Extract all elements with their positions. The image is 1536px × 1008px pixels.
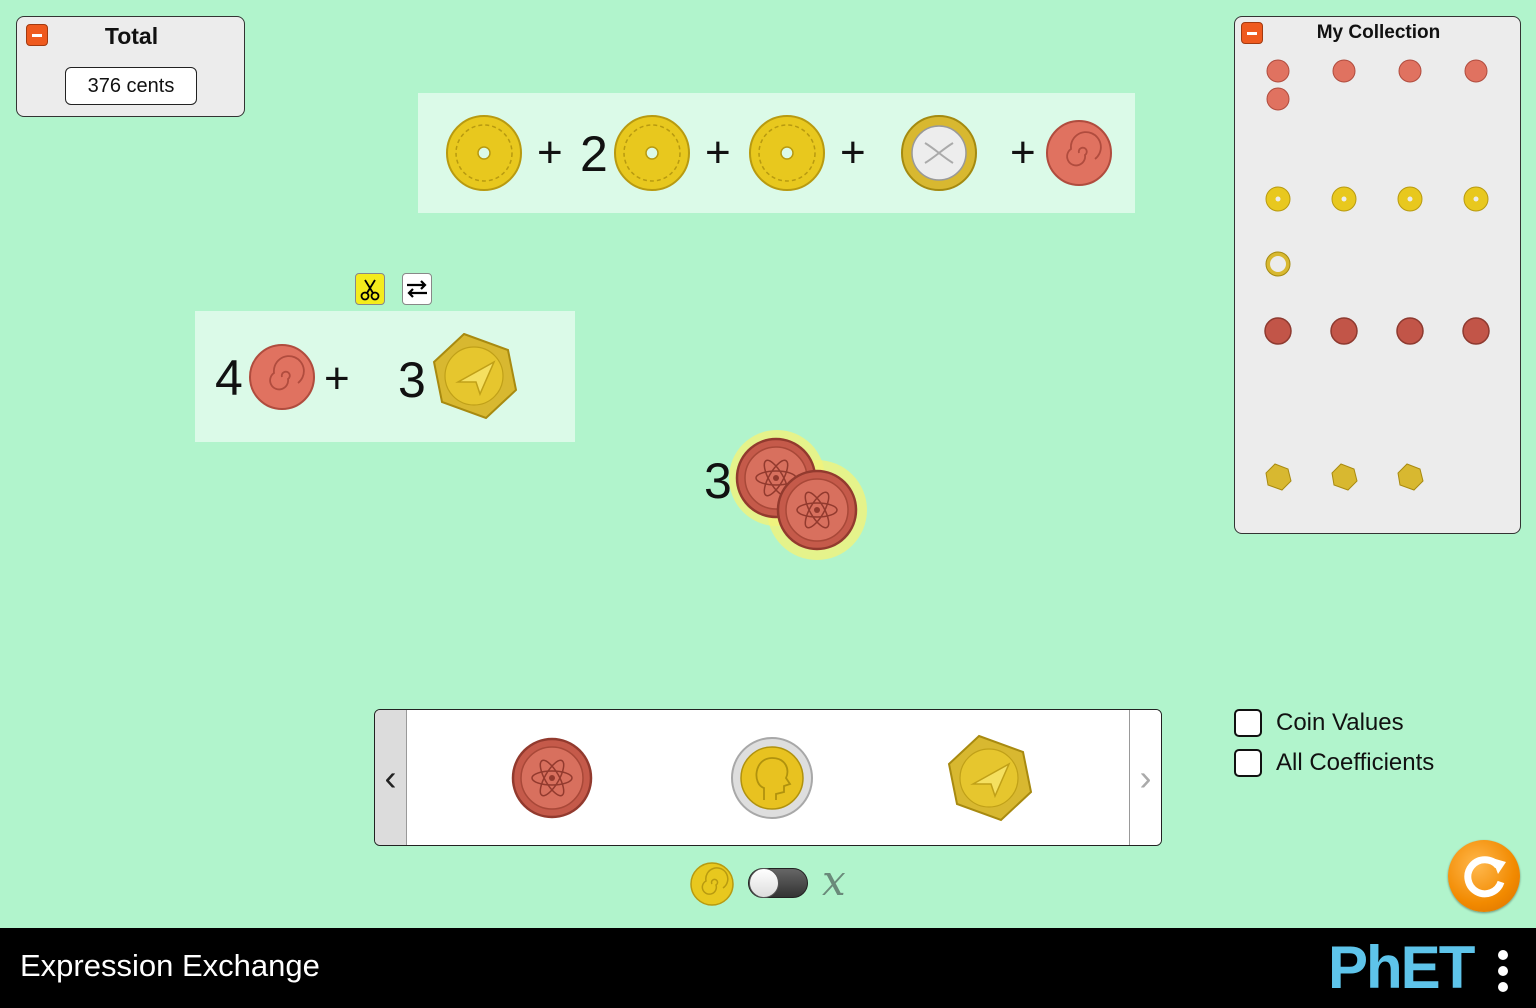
all-coefficients-option[interactable]: All Coefficients [1234, 749, 1434, 777]
coin-values-label: Coin Values [1276, 709, 1404, 736]
break-apart-button[interactable] [355, 273, 385, 305]
variable-mode-label: x [822, 856, 846, 905]
collection-red-spiral-coins [1266, 59, 1488, 111]
plus-sign: + [840, 128, 866, 177]
silver-dna-coin-icon[interactable] [900, 114, 978, 192]
collection-panel: My Collection [1234, 16, 1521, 534]
red-spiral-coin-icon[interactable] [248, 343, 316, 411]
app-title: Expression Exchange [20, 948, 320, 983]
collection-yellow-ring-coins [1265, 186, 1489, 212]
chevron-right-icon: › [1139, 756, 1152, 798]
coefficient: 4 [215, 350, 243, 406]
plus-sign: + [537, 128, 563, 177]
loose-term[interactable]: 3 [700, 428, 875, 568]
coin-values-option[interactable]: Coin Values [1234, 709, 1404, 737]
expression-top[interactable]: + 2 + + + [418, 93, 1135, 213]
total-value: 376 cents [65, 67, 197, 105]
mode-toggle-switch[interactable] [748, 868, 808, 898]
expression-left[interactable]: 4 + 3 [195, 311, 575, 442]
coin-values-checkbox[interactable] [1234, 709, 1262, 737]
plus-sign: + [1010, 128, 1036, 177]
navigation-bar: Expression Exchange PhET [0, 928, 1536, 1008]
coefficient: 3 [398, 352, 426, 408]
all-coefficients-checkbox[interactable] [1234, 749, 1262, 777]
red-spiral-coin-icon[interactable] [1045, 119, 1113, 187]
total-title: Total [104, 23, 159, 49]
coin-mode-icon [690, 862, 734, 906]
swap-arrows-icon [407, 280, 427, 298]
collection-red-atom-coins [1264, 317, 1490, 345]
carousel-prev-button[interactable]: ‹ [375, 710, 407, 845]
reset-all-button[interactable] [1448, 840, 1520, 912]
red-atom-coin-icon[interactable] [511, 737, 593, 819]
silver-face-coin-icon[interactable] [731, 737, 813, 819]
gold-hexagon-coin-icon[interactable] [945, 734, 1033, 822]
yellow-ring-coin-icon[interactable] [613, 114, 691, 192]
total-panel: Total 376 cents [16, 16, 245, 117]
swap-button[interactable] [402, 273, 432, 305]
scissors-icon [360, 279, 380, 301]
carousel-next-button[interactable]: › [1129, 710, 1161, 845]
gold-hexagon-coin-icon[interactable] [431, 333, 517, 419]
coefficient: 2 [580, 126, 608, 182]
yellow-ring-coin-icon[interactable] [748, 114, 826, 192]
collection-silver-dna-coin [1265, 251, 1291, 277]
plus-sign: + [705, 128, 731, 177]
red-atom-coin-stack-icon[interactable] [722, 428, 872, 566]
more-options-icon[interactable] [1498, 950, 1508, 998]
collection-coins [1264, 59, 1490, 491]
plus-sign: + [324, 354, 350, 403]
reset-icon [1464, 856, 1506, 898]
coin-carousel: ‹ › [374, 709, 1162, 846]
all-coefficients-label: All Coefficients [1276, 749, 1435, 776]
chevron-left-icon: ‹ [384, 756, 397, 798]
phet-logo[interactable]: PhET [1328, 938, 1475, 998]
toggle-knob[interactable] [749, 868, 779, 898]
yellow-ring-coin-icon[interactable] [445, 114, 523, 192]
collection-gold-hexagon-coins [1265, 463, 1424, 491]
